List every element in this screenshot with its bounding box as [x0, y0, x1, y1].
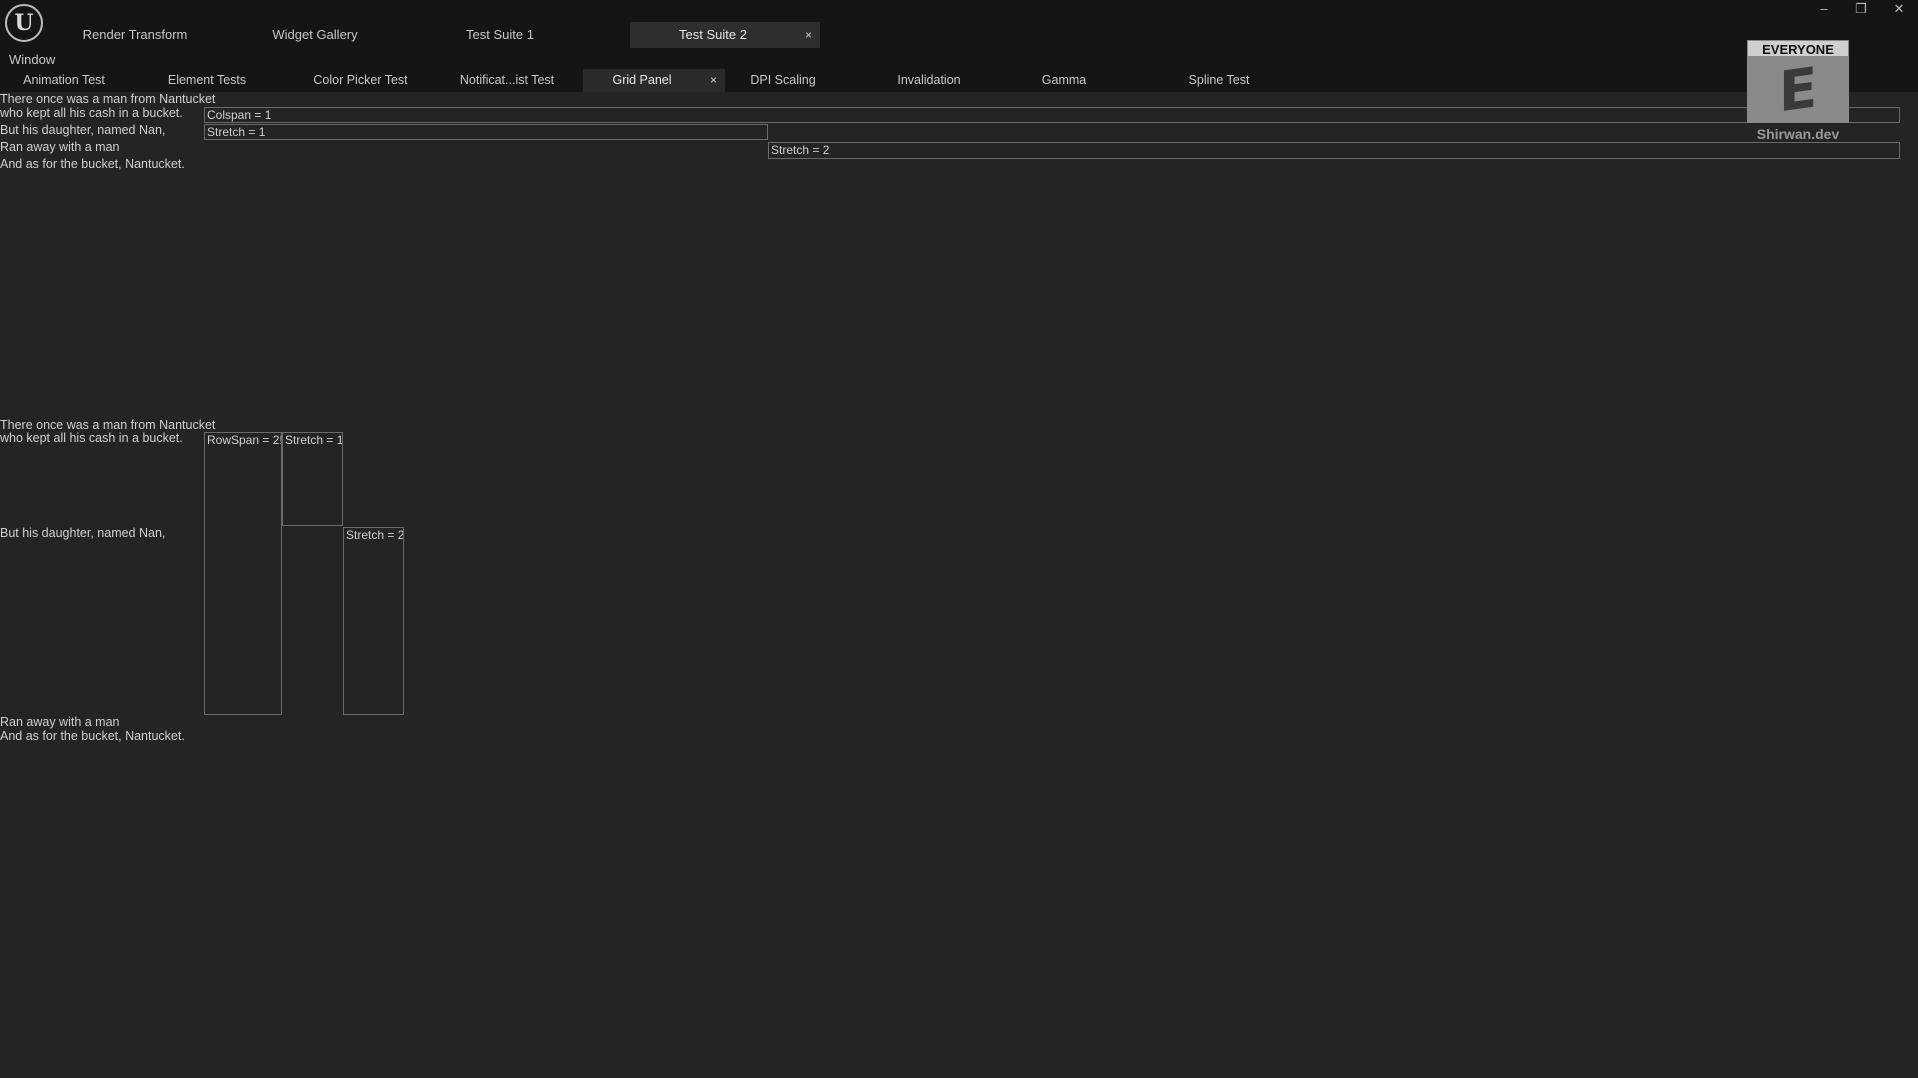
restore-icon[interactable]: ❐ — [1849, 0, 1873, 20]
tab-invalidation[interactable]: Invalidation — [870, 69, 988, 92]
tab-label: Render Transform — [82, 27, 188, 42]
tab-label: Test Suite 1 — [466, 27, 534, 42]
tab-label: Gamma — [1041, 73, 1087, 87]
close-icon[interactable]: × — [710, 69, 717, 92]
tab-spline-test[interactable]: Spline Test — [1160, 69, 1278, 92]
cell-label: Stretch = 1 — [285, 433, 343, 447]
cell-label: Stretch = 2 — [346, 528, 404, 542]
tab-grid-panel[interactable]: Grid Panel × — [583, 69, 725, 92]
cell-label: RowSpan = 2! — [207, 433, 282, 447]
watermark-text: Shirwan.dev — [1756, 126, 1840, 142]
poem-line: who kept all his cash in a bucket. — [0, 431, 183, 445]
poem-line: Ran away with a man — [0, 140, 120, 154]
grid-cell-stretch-1: Stretch = 1 — [282, 432, 343, 526]
tab-label: Notificat...ist Test — [459, 73, 555, 87]
close-window-icon[interactable]: ✕ — [1887, 0, 1911, 20]
tab-element-tests[interactable]: Element Tests — [148, 69, 266, 92]
tab-label: Grid Panel — [612, 73, 672, 87]
poem-line: But his daughter, named Nan, — [0, 526, 166, 540]
tab-dpi-scaling[interactable]: DPI Scaling — [724, 69, 842, 92]
poem-line: And as for the bucket, Nantucket. — [0, 157, 185, 171]
poem-line: There once was a man from Nantucket — [0, 418, 216, 432]
poem-line: But his daughter, named Nan, — [0, 123, 166, 137]
window-menu[interactable]: Window — [9, 52, 55, 67]
tab-label: Animation Test — [23, 73, 105, 87]
title-bar: U Window Render Transform Widget Gallery… — [0, 0, 1918, 92]
rating-badge: EVERYONE E Shirwan.dev — [1747, 40, 1849, 146]
close-icon[interactable]: × — [805, 22, 812, 48]
tab-test-suite-1[interactable]: Test Suite 1 — [425, 22, 575, 48]
poem-line: who kept all his cash in a bucket. — [0, 106, 183, 120]
tab-color-picker-test[interactable]: Color Picker Test — [298, 69, 423, 92]
tab-label: Spline Test — [1188, 73, 1250, 87]
tab-widget-gallery[interactable]: Widget Gallery — [240, 22, 390, 48]
grid-panel-content: There once was a man from Nantucket who … — [0, 92, 1918, 1078]
tab-label: Element Tests — [167, 73, 247, 87]
cell-label: Colspan = 1 — [207, 108, 272, 122]
grid-cell-colspan: Colspan = 1 — [204, 107, 1900, 123]
poem-line: Ran away with a man — [0, 715, 120, 729]
poem-line: There once was a man from Nantucket — [0, 92, 216, 106]
tab-gamma[interactable]: Gamma — [1005, 69, 1123, 92]
tab-render-transform[interactable]: Render Transform — [60, 22, 210, 48]
poem-line: And as for the bucket, Nantucket. — [0, 729, 185, 743]
cell-label: Stretch = 2 — [771, 143, 830, 157]
minimize-icon[interactable]: – — [1812, 0, 1836, 20]
tab-notification-list-test[interactable]: Notificat...ist Test — [448, 69, 566, 92]
grid-cell-stretch-2: Stretch = 2 — [343, 527, 404, 715]
tab-label: Widget Gallery — [272, 27, 358, 42]
tab-label: Invalidation — [897, 73, 961, 87]
tab-label: Test Suite 2 — [679, 27, 747, 42]
grid-cell-stretch-1: Stretch = 1 — [204, 124, 768, 140]
grid-cell-rowspan: RowSpan = 2! — [204, 432, 282, 715]
engine-logo-icon[interactable]: U — [5, 4, 43, 42]
app-root: U Window Render Transform Widget Gallery… — [0, 0, 1918, 1078]
rating-symbol: E — [1747, 55, 1849, 125]
tab-label: DPI Scaling — [750, 73, 816, 87]
rating-label: EVERYONE — [1747, 40, 1849, 57]
tab-test-suite-2[interactable]: Test Suite 2 × — [630, 22, 820, 48]
grid-cell-stretch-2: Stretch = 2 — [768, 142, 1900, 159]
rating-letter: E — [1778, 55, 1818, 125]
tab-animation-test[interactable]: Animation Test — [5, 69, 123, 92]
cell-label: Stretch = 1 — [207, 125, 266, 139]
tab-label: Color Picker Test — [313, 73, 408, 87]
